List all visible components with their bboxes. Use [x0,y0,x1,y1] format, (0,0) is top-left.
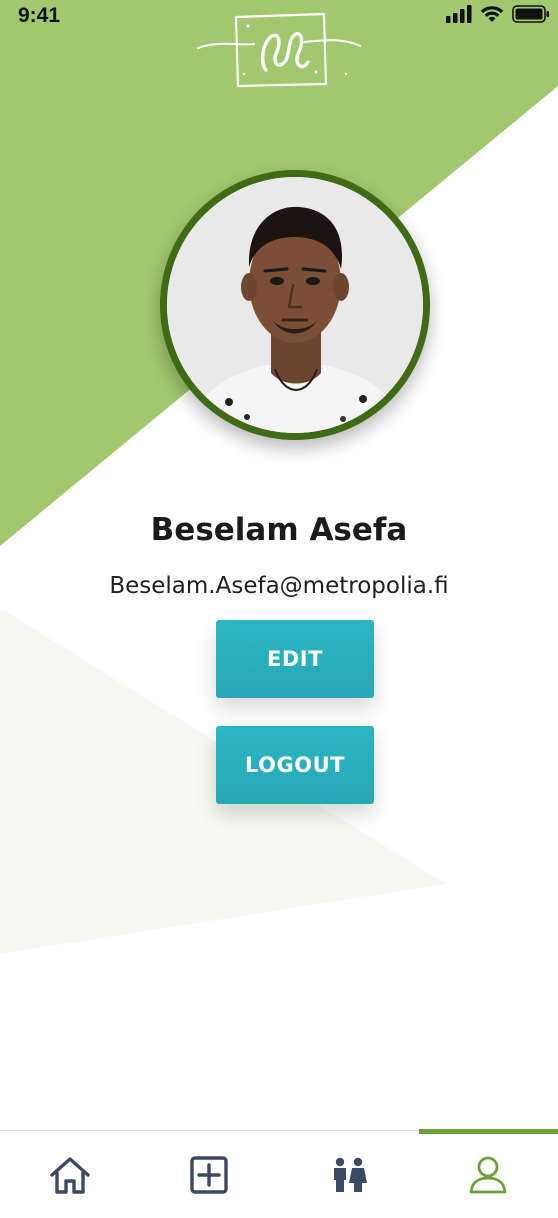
status-icons [446,4,550,24]
user-icon [469,1156,507,1194]
wifi-icon [480,6,504,22]
profile-email: Beselam.Asefa@metropolia.fi [109,573,449,599]
edit-button[interactable]: EDIT [216,620,374,698]
home-icon [50,1157,90,1194]
profile-screen: 9:41 Beselam Asefa Beselam.Asefa@metropo… [0,0,558,1218]
nav-item-add[interactable] [140,1131,280,1218]
app-logo-icon [197,12,361,88]
people-icon [333,1157,367,1192]
logout-button[interactable]: LOGOUT [216,726,374,804]
person-portrait-icon [167,177,423,433]
profile-name: Beselam Asefa [150,512,408,548]
add-square-icon [190,1156,228,1194]
battery-icon [512,5,549,23]
nav-item-people[interactable] [279,1131,419,1218]
active-tab-indicator [418,1129,558,1134]
bottom-navigation [0,1129,558,1218]
profile-photo [167,177,423,433]
status-time: 9:41 [18,4,61,27]
avatar[interactable] [160,170,430,440]
nav-item-home[interactable] [0,1131,140,1218]
nav-item-profile[interactable] [418,1129,558,1218]
signal-icon [446,5,472,23]
